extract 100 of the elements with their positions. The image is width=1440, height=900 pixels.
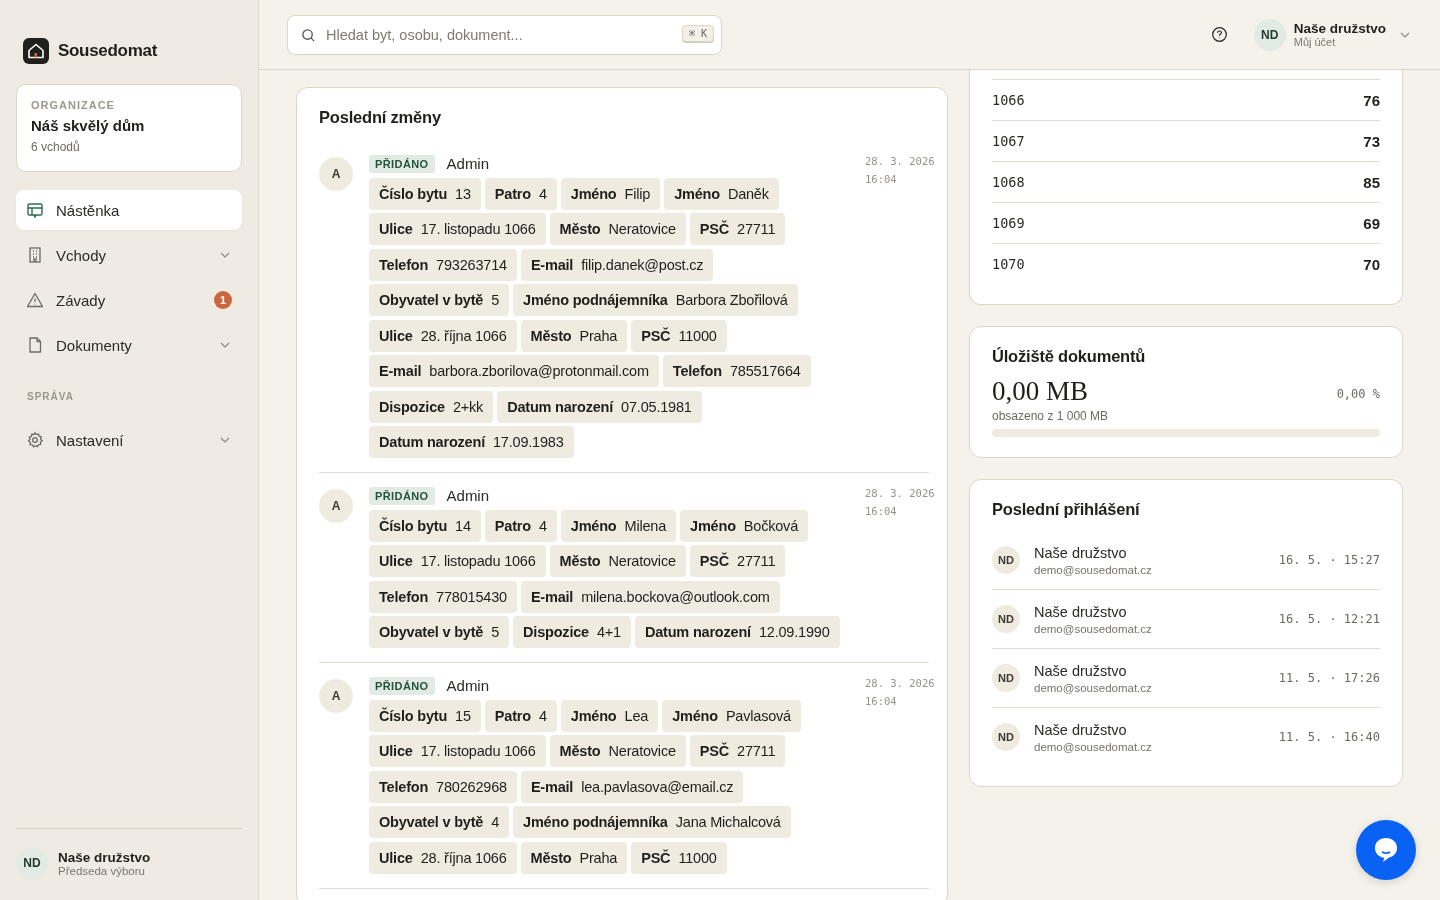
field-value: 2+kk — [452, 398, 484, 415]
author-avatar: A — [319, 157, 353, 191]
login-time: 16. 5. · 12:21 — [1278, 612, 1380, 626]
building-icon — [26, 246, 44, 264]
field-label: Jméno podnájemníka — [523, 292, 668, 308]
field-label: Město — [530, 327, 572, 344]
nav-item[interactable]: Závady 1 — [16, 280, 242, 320]
table-cell: 69 — [1363, 214, 1380, 232]
field-value: filip.danek@post.cz — [581, 256, 704, 273]
field-label: Patro — [494, 185, 531, 202]
field-value: 5 — [491, 624, 500, 640]
login-avatar: ND — [992, 723, 1020, 751]
login-time: 16. 5. · 15:27 — [1278, 553, 1380, 567]
field-label: PSČ — [699, 553, 730, 569]
field-value: Daněk — [727, 185, 769, 202]
field-label: Číslo bytu — [379, 707, 448, 724]
field-label: PSČ — [699, 221, 730, 237]
field-label: Datum narození — [644, 624, 751, 640]
field-value: 07.05.1981 — [621, 398, 692, 415]
login-email: demo@sousedomat.cz — [1034, 740, 1153, 753]
field-label: E-mail — [530, 588, 574, 605]
change-badge: PŘIDÁNO — [369, 676, 435, 695]
storage-used: 0,00 MB — [992, 376, 1089, 407]
field-label: Město — [559, 553, 601, 569]
table-cell: 1066 — [992, 92, 1025, 108]
table-cell: 70 — [1363, 255, 1380, 273]
brand-name: Sousedomat — [58, 41, 158, 61]
field-value: milena.bockova@outlook.com — [581, 588, 770, 605]
field-label: Jméno — [570, 185, 617, 202]
field-value: Neratovice — [608, 553, 676, 569]
change-date: 28. 3. 2026 — [865, 154, 936, 169]
dashboard-icon — [26, 201, 44, 219]
field-label: E-mail — [530, 778, 574, 795]
author-avatar: A — [319, 489, 353, 523]
organization-card[interactable]: ORGANIZACE Náš skvělý dům 6 vchodů — [16, 84, 242, 172]
table-cell: 1067 — [992, 133, 1025, 149]
change-time: 16:04 — [865, 172, 898, 187]
change-time: 16:04 — [865, 504, 898, 519]
search-icon — [301, 27, 316, 43]
field-value: 15 — [455, 707, 471, 724]
help-icon[interactable] — [1210, 26, 1228, 43]
account-avatar: ND — [1253, 18, 1286, 51]
field-label: Jméno — [570, 517, 617, 534]
login-email: demo@sousedomat.cz — [1034, 681, 1153, 694]
nav-item[interactable]: Nastavení — [16, 420, 242, 460]
field-label: PSČ — [641, 849, 671, 866]
nav-item[interactable]: Vchody — [16, 235, 242, 275]
login-time: 11. 5. · 17:26 — [1278, 671, 1380, 685]
section-title: SPRÁVA — [27, 391, 75, 402]
card-title: Poslední přihlášení — [992, 500, 1141, 519]
field-label: Číslo bytu — [379, 185, 448, 202]
field-label: Ulice — [379, 849, 413, 866]
field-label: Ulice — [379, 553, 413, 569]
account-menu[interactable]: ND Naše družstvo Můj účet — [1253, 18, 1412, 51]
nav-item[interactable]: Nástěnka — [16, 190, 242, 230]
field-value: 17. listopadu 1066 — [420, 743, 536, 759]
field-value: Barbora Zbořilová — [675, 292, 788, 308]
field-value: barbora.zborilova@protonmail.com — [429, 363, 649, 379]
login-name: Naše družstvo — [1034, 603, 1128, 620]
field-value: Praha — [579, 327, 618, 344]
change-date: 28. 3. 2026 — [865, 676, 936, 691]
change-date: 28. 3. 2026 — [865, 486, 936, 501]
field-value: 28. října 1066 — [420, 849, 507, 866]
field-value: 17. listopadu 1066 — [420, 221, 536, 237]
field-value: 4 — [538, 707, 547, 724]
field-label: Jméno — [570, 707, 617, 724]
field-value: Praha — [579, 849, 618, 866]
field-label: Obyvatel v bytě — [379, 624, 484, 640]
field-value: 27711 — [737, 553, 776, 569]
field-label: Ulice — [379, 327, 413, 344]
field-label: Jméno — [674, 185, 720, 202]
change-badge: PŘIDÁNO — [369, 154, 435, 173]
field-value: Filip — [624, 185, 651, 202]
change-time: 16:04 — [865, 694, 898, 709]
login-avatar: ND — [992, 605, 1020, 633]
field-value: 778015430 — [436, 588, 507, 605]
author-name: Admin — [446, 155, 490, 172]
login-name: Naše družstvo — [1034, 721, 1128, 738]
field-label: Obyvatel v bytě — [379, 292, 484, 308]
field-label: PSČ — [699, 743, 730, 759]
login-avatar: ND — [992, 664, 1020, 692]
table-cell: 1069 — [992, 215, 1025, 231]
table-cell: 1070 — [992, 256, 1025, 272]
field-value: 27711 — [737, 743, 776, 759]
field-label: Telefon — [672, 363, 722, 379]
login-avatar: ND — [992, 546, 1020, 574]
author-avatar: A — [319, 679, 353, 713]
field-value: 14 — [455, 517, 471, 534]
count-badge: 1 — [214, 291, 232, 309]
field-value: Pavlasová — [725, 707, 791, 724]
field-label: Ulice — [379, 743, 413, 759]
field-value: Jana Michalcová — [675, 814, 781, 830]
field-value: 4 — [491, 814, 500, 830]
field-label: Číslo bytu — [379, 517, 448, 534]
field-value: 4 — [538, 517, 547, 534]
field-value: 11000 — [678, 327, 717, 344]
field-value: 5 — [491, 292, 500, 308]
field-label: Patro — [494, 517, 531, 534]
chat-button[interactable] — [1356, 820, 1416, 880]
nav-item[interactable]: Dokumenty — [16, 325, 242, 365]
